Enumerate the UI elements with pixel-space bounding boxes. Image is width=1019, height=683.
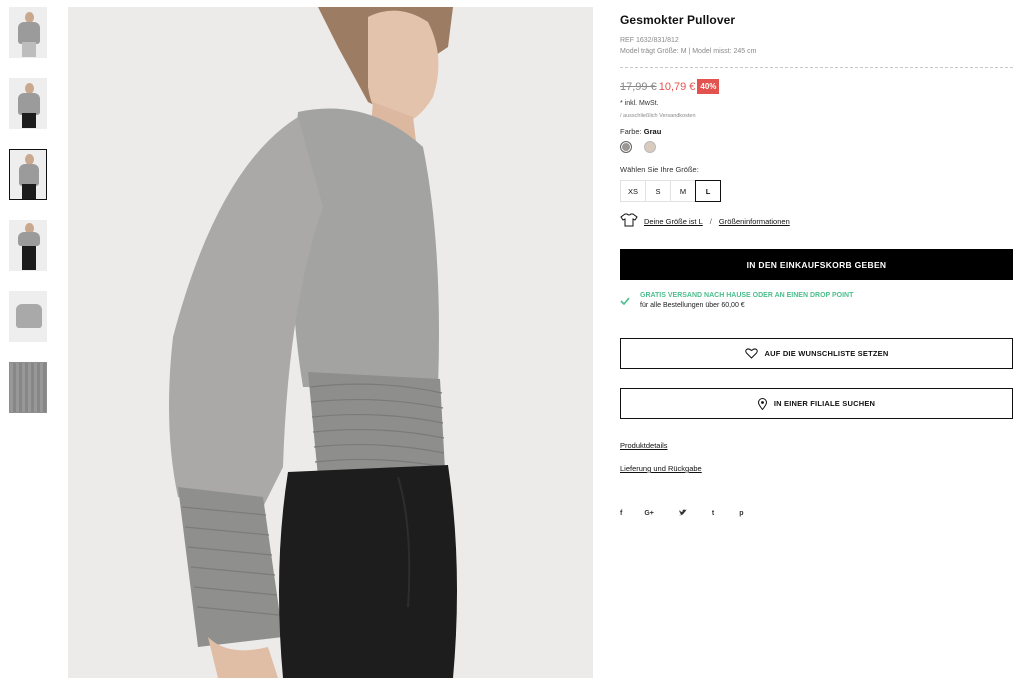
facebook-icon[interactable]: f — [620, 510, 622, 517]
color-swatches — [620, 141, 656, 153]
thumbnail-4[interactable] — [9, 220, 47, 271]
color-swatch-grau[interactable] — [620, 141, 632, 153]
free-shipping-condition: für alle Bestellungen über 60,00 € — [640, 302, 745, 309]
thumbnail-gallery — [9, 7, 49, 433]
free-shipping-info: GRATIS VERSAND NACH HAUSE ODER AN EINEN … — [620, 292, 853, 310]
product-photo-illustration — [68, 7, 593, 678]
thumbnail-6[interactable] — [9, 362, 47, 413]
sale-price: 10,79 € — [658, 80, 696, 93]
shipping-cost-note: / ausschließlich Versandkosten — [620, 113, 696, 119]
social-share-bar: f G+ t p — [620, 509, 744, 518]
size-option-m[interactable]: M — [670, 180, 696, 202]
product-reference: REF 1632/831/812 — [620, 37, 679, 44]
color-label-text: Farbe: — [620, 127, 642, 136]
location-pin-icon — [757, 397, 767, 410]
discount-badge: 40% — [697, 79, 720, 94]
tax-note: * inkl. MwSt. — [620, 100, 659, 107]
size-option-l[interactable]: L — [695, 180, 721, 202]
divider — [620, 67, 1013, 68]
heart-icon — [744, 348, 758, 359]
product-details-link[interactable]: Produktdetails — [620, 441, 668, 450]
google-plus-icon[interactable]: G+ — [644, 510, 654, 517]
model-info: Model trägt Größe: M | Model misst: 245 … — [620, 48, 757, 55]
wishlist-label: AUF DIE WUNSCHLISTE SETZEN — [764, 349, 889, 358]
size-selector: XS S M L — [620, 180, 721, 202]
color-label: Farbe: Grau — [620, 127, 661, 136]
find-in-store-button[interactable]: IN EINER FILIALE SUCHEN — [620, 388, 1013, 419]
size-option-xs[interactable]: XS — [620, 180, 646, 202]
add-to-cart-button[interactable]: IN DEN EINKAUFSKORB GEBEN — [620, 249, 1013, 280]
size-info-row: Deine Größe ist L / Größeninformationen — [620, 213, 790, 229]
delivery-returns-link[interactable]: Lieferung und Rückgabe — [620, 464, 702, 473]
check-icon — [620, 292, 632, 310]
free-shipping-title: GRATIS VERSAND NACH HAUSE ODER AN EINEN … — [640, 292, 854, 299]
find-store-label: IN EINER FILIALE SUCHEN — [773, 399, 876, 408]
old-price: 17,99 € — [620, 80, 657, 93]
price-row: 17,99 € 10,79 € 40% — [620, 79, 720, 94]
selected-color-name: Grau — [643, 127, 662, 136]
twitter-icon[interactable] — [678, 509, 687, 518]
your-size-link[interactable]: Deine Größe ist L — [644, 217, 703, 226]
thumbnail-1[interactable] — [9, 7, 47, 58]
size-links-separator: / — [709, 216, 712, 226]
add-to-wishlist-button[interactable]: AUF DIE WUNSCHLISTE SETZEN — [620, 338, 1013, 369]
tumblr-icon[interactable]: t — [712, 510, 714, 517]
size-option-s[interactable]: S — [645, 180, 671, 202]
main-product-image — [68, 7, 593, 678]
thumbnail-3[interactable] — [9, 149, 47, 200]
size-label: Wählen Sie Ihre Größe: — [620, 165, 699, 174]
thumbnail-2[interactable] — [9, 78, 47, 129]
product-title: Gesmokter Pullover — [620, 13, 736, 27]
size-info-link[interactable]: Größeninformationen — [719, 217, 790, 226]
pinterest-icon[interactable]: p — [739, 510, 743, 517]
thumbnail-5[interactable] — [9, 291, 47, 342]
tshirt-icon — [620, 213, 638, 229]
color-swatch-beige[interactable] — [644, 141, 656, 153]
